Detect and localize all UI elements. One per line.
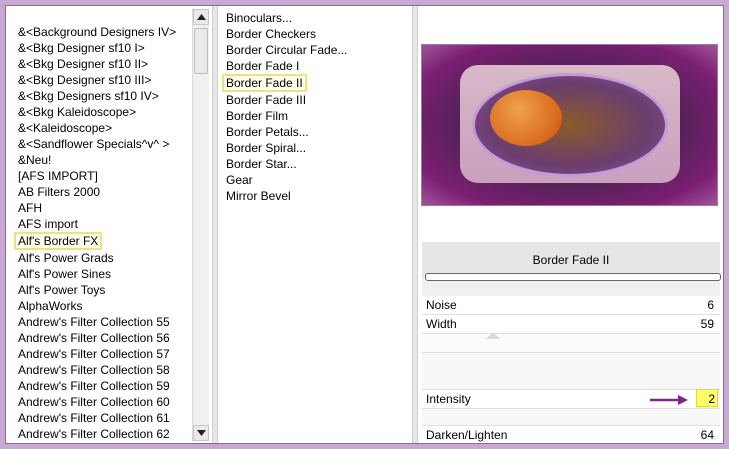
filter-dialog: &<Background Designers IV> &<Bkg Designe… <box>5 5 724 444</box>
list-item[interactable]: Andrew's Filter Collection 55 <box>16 314 196 330</box>
param-label: Width <box>426 317 457 331</box>
slider-marker-icon <box>486 332 500 339</box>
param-value-highlighted[interactable]: 2 <box>696 389 718 407</box>
list-item[interactable]: Andrew's Filter Collection 57 <box>16 346 196 362</box>
param-label: Darken/Lighten <box>426 428 508 442</box>
list-item[interactable]: Andrew's Filter Collection 62 <box>16 426 196 442</box>
list-item[interactable]: Border Circular Fade... <box>224 42 404 58</box>
category-list-panel: &<Background Designers IV> &<Bkg Designe… <box>6 6 212 443</box>
list-item[interactable]: Border Checkers <box>224 26 404 42</box>
progress-bar <box>425 273 721 281</box>
param-slider-track[interactable] <box>422 332 720 353</box>
scroll-down-button[interactable] <box>193 425 209 441</box>
param-spacer <box>422 409 720 426</box>
list-item[interactable]: [AFS IMPORT] <box>16 168 196 184</box>
list-item[interactable]: Gear <box>224 172 404 188</box>
parameters-panel: Border Fade II Noise 6 Width 59 Intensit… <box>422 242 721 443</box>
list-item[interactable]: &<Bkg Designer sf10 II> <box>16 56 196 72</box>
list-item[interactable]: Binoculars... <box>224 10 404 26</box>
param-row-width[interactable]: Width 59 <box>422 315 720 334</box>
param-value[interactable]: 64 <box>701 426 714 443</box>
list-item[interactable]: Border Fade III <box>224 92 404 108</box>
list-item[interactable]: Andrew's Filter Collection 58 <box>16 362 196 378</box>
param-value[interactable]: 6 <box>707 296 714 314</box>
list-item[interactable]: Alf's Power Sines <box>16 266 196 282</box>
list-item[interactable]: Mirror Bevel <box>224 188 404 204</box>
preview-panel: Border Fade II Noise 6 Width 59 Intensit… <box>418 6 723 443</box>
list-item[interactable]: Border Film <box>224 108 404 124</box>
chevron-down-icon <box>196 430 206 436</box>
list-item[interactable]: AFS import <box>16 216 196 232</box>
list-item[interactable]: &<Bkg Designer sf10 I> <box>16 40 196 56</box>
filter-list: Binoculars... Border Checkers Border Cir… <box>222 10 404 204</box>
category-scrollbar[interactable] <box>192 9 209 441</box>
selected-filter-item[interactable]: Border Fade II <box>222 74 307 92</box>
window-frame: &<Background Designers IV> &<Bkg Designe… <box>0 0 729 449</box>
param-row-intensity[interactable]: Intensity 2 <box>422 389 720 409</box>
category-list: &<Background Designers IV> &<Bkg Designe… <box>14 24 196 442</box>
list-item[interactable]: &Neu! <box>16 152 196 168</box>
param-value[interactable]: 59 <box>701 315 714 333</box>
preview-image <box>421 44 718 206</box>
pumpkin-image <box>490 90 562 146</box>
list-item[interactable]: Border Star... <box>224 156 404 172</box>
param-label: Intensity <box>426 392 471 406</box>
list-item[interactable]: Border Fade I <box>224 58 404 74</box>
param-row-darken-lighten[interactable]: Darken/Lighten 64 <box>422 426 720 443</box>
arrow-right-icon <box>650 395 688 405</box>
list-item[interactable]: AlphaWorks <box>16 298 196 314</box>
param-row-noise[interactable]: Noise 6 <box>422 296 720 315</box>
list-item[interactable]: Border Petals... <box>224 124 404 140</box>
list-item[interactable]: Andrew's Filter Collection 59 <box>16 378 196 394</box>
list-item[interactable]: Andrew's Filter Collection 60 <box>16 394 196 410</box>
param-spacer <box>422 353 720 390</box>
list-item[interactable]: Border Spiral... <box>224 140 404 156</box>
list-item[interactable]: Andrew's Filter Collection 56 <box>16 330 196 346</box>
list-item[interactable]: &<Bkg Designers sf10 IV> <box>16 88 196 104</box>
list-item[interactable]: Alf's Power Toys <box>16 282 196 298</box>
param-label: Noise <box>426 298 457 312</box>
scrollbar-thumb[interactable] <box>194 28 208 74</box>
scroll-up-button[interactable] <box>193 9 209 25</box>
selected-category-item[interactable]: Alf's Border FX <box>14 232 103 250</box>
list-item[interactable]: Alf's Power Grads <box>16 250 196 266</box>
list-item[interactable]: Andrew's Filter Collection 61 <box>16 410 196 426</box>
list-item[interactable]: &<Bkg Designer sf10 III> <box>16 72 196 88</box>
list-item[interactable]: &<Background Designers IV> <box>16 24 196 40</box>
filter-list-panel: Binoculars... Border Checkers Border Cir… <box>218 6 412 443</box>
chevron-up-icon <box>196 14 206 20</box>
list-item[interactable]: &<Sandflower Specials^v^ > <box>16 136 196 152</box>
list-item[interactable]: &<Kaleidoscope> <box>16 120 196 136</box>
list-item[interactable]: AFH <box>16 200 196 216</box>
list-item[interactable]: &<Bkg Kaleidoscope> <box>16 104 196 120</box>
list-item[interactable]: AB Filters 2000 <box>16 184 196 200</box>
